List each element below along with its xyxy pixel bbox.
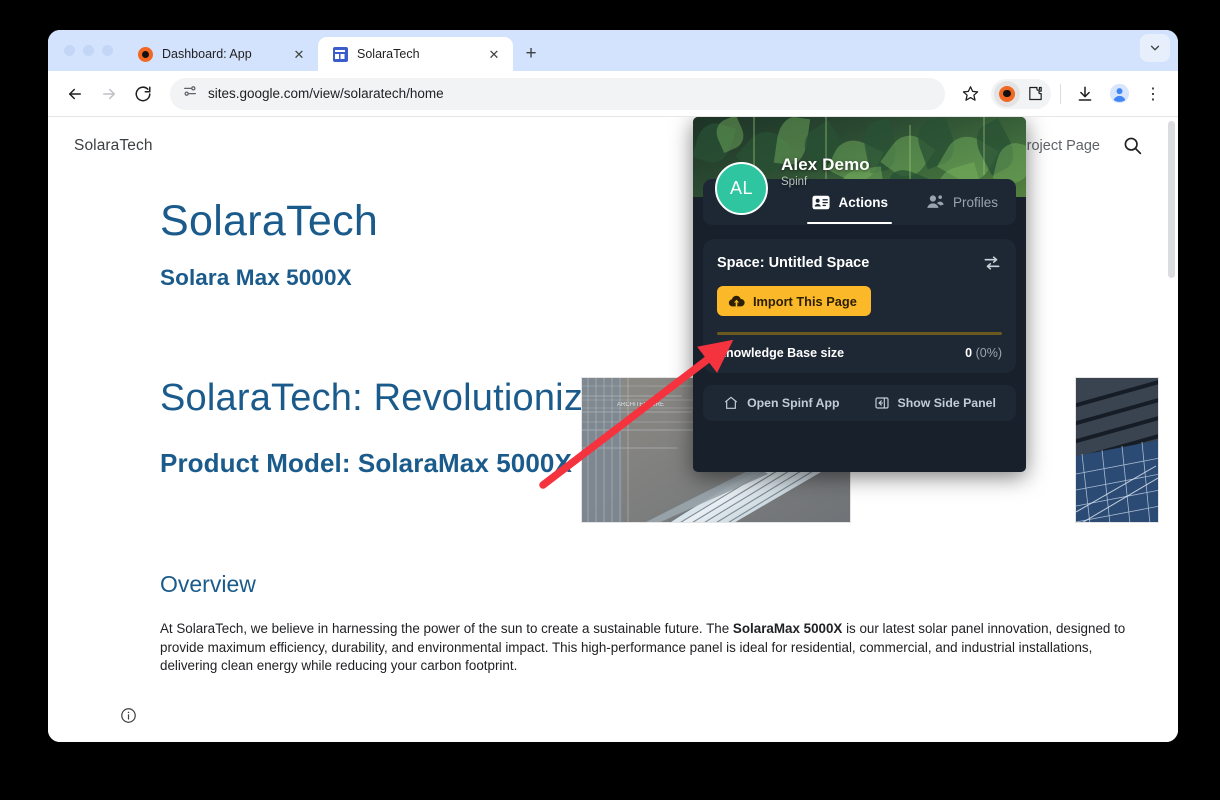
footer-label: Show Side Panel [897, 395, 996, 410]
show-side-panel-button[interactable]: Show Side Panel [874, 395, 996, 411]
overview-product-name: SolaraMax 5000X [732, 621, 843, 637]
avatar[interactable]: AL [715, 162, 768, 215]
panel-user-subtitle: Spinf [781, 176, 808, 188]
browser-menu-button[interactable]: ⋮ [1138, 79, 1168, 109]
site-settings-icon[interactable] [182, 83, 198, 104]
tab-strip: Dashboard: App ✕ SolaraTech ✕ + [48, 30, 1178, 71]
page-viewport: SolaraTech Project Page SolaraTech Solar… [48, 117, 1178, 742]
space-header-row: Space: Untitled Space [717, 253, 1002, 273]
address-bar[interactable]: sites.google.com/view/solaratech/home [170, 77, 945, 110]
search-icon[interactable] [1122, 135, 1144, 157]
browser-toolbar: sites.google.com/view/solaratech/home ⋮ [48, 71, 1178, 117]
toolbar-divider [1060, 83, 1061, 104]
google-sites-icon [332, 46, 348, 62]
tab-title: SolaraTech [357, 47, 420, 61]
swap-space-icon[interactable] [982, 253, 1002, 273]
profile-icon[interactable] [1104, 79, 1134, 109]
tab-close-button[interactable]: ✕ [485, 45, 503, 63]
cloud-upload-icon [728, 294, 745, 309]
new-tab-button[interactable]: + [517, 40, 545, 68]
window-minimize-dot[interactable] [83, 45, 94, 56]
panel-user-identity: Alex Demo Spinf [781, 155, 870, 188]
overview-heading: Overview [160, 571, 256, 598]
home-icon [723, 395, 739, 411]
page-scrollbar[interactable] [1164, 117, 1178, 742]
browser-window: Dashboard: App ✕ SolaraTech ✕ + sites.go… [48, 30, 1178, 742]
bookmark-star-icon[interactable] [955, 79, 985, 109]
knowledge-base-row: Knowledge Base size 0 (0%) [717, 346, 1002, 360]
window-close-dot[interactable] [64, 45, 75, 56]
knowledge-base-count: 0 [965, 345, 973, 360]
knowledge-base-percent: (0%) [975, 345, 1002, 360]
space-card: Space: Untitled Space Import This Page K… [703, 239, 1016, 373]
page-scrollbar-thumb[interactable] [1168, 121, 1175, 278]
profiles-people-icon [926, 194, 945, 211]
tab-close-button[interactable]: ✕ [290, 45, 308, 63]
address-bar-url: sites.google.com/view/solaratech/home [208, 86, 444, 101]
import-this-page-button[interactable]: Import This Page [717, 286, 871, 316]
tab-dashboard-app[interactable]: Dashboard: App ✕ [123, 37, 318, 71]
site-nav: Project Page [1017, 135, 1144, 157]
open-spinf-app-button[interactable]: Open Spinf App [723, 395, 840, 411]
back-button[interactable] [60, 79, 90, 109]
site-logo[interactable]: SolaraTech [74, 137, 153, 155]
chevron-down-icon[interactable] [1140, 34, 1170, 62]
extensions-puzzle-icon[interactable] [1022, 81, 1048, 107]
overview-text-part1: At SolaraTech, we believe in harnessing … [160, 621, 733, 637]
reload-button[interactable] [128, 79, 158, 109]
import-button-label: Import This Page [753, 293, 857, 309]
spinf-extension-icon[interactable] [994, 80, 1020, 107]
knowledge-base-label: Knowledge Base size [717, 345, 845, 360]
spinf-extension-panel: Alex Demo Spinf AL Actions Profiles Spac… [693, 117, 1026, 472]
knowledge-base-values: 0 (0%) [965, 346, 1002, 360]
tab-label: Actions [838, 194, 888, 210]
knowledge-base-progress-bar [717, 332, 1002, 335]
nav-item-project-page[interactable]: Project Page [1017, 138, 1100, 154]
footer-label: Open Spinf App [747, 395, 840, 410]
space-title: Space: Untitled Space [717, 255, 870, 271]
panel-footer: Open Spinf App Show Side Panel [703, 384, 1016, 421]
tab-profiles[interactable]: Profiles [922, 179, 1002, 225]
tab-label: Profiles [952, 194, 998, 210]
panel-user-name: Alex Demo [781, 155, 870, 174]
info-icon[interactable] [120, 707, 137, 724]
svg-text:ARCHITECTURE: ARCHITECTURE [617, 402, 664, 408]
window-controls [58, 30, 123, 71]
forward-button[interactable] [94, 79, 124, 109]
spinf-dot-icon [137, 46, 153, 62]
extensions-pill [991, 78, 1051, 109]
tab-solaratech[interactable]: SolaraTech ✕ [318, 37, 513, 71]
hero-image-solar-array [1075, 377, 1159, 523]
actions-card-icon [811, 194, 830, 211]
download-icon[interactable] [1070, 79, 1100, 109]
overview-paragraph: At SolaraTech, we believe in harnessing … [160, 620, 1148, 676]
side-panel-icon [874, 395, 890, 411]
window-maximize-dot[interactable] [102, 45, 113, 56]
tab-title: Dashboard: App [162, 47, 252, 61]
